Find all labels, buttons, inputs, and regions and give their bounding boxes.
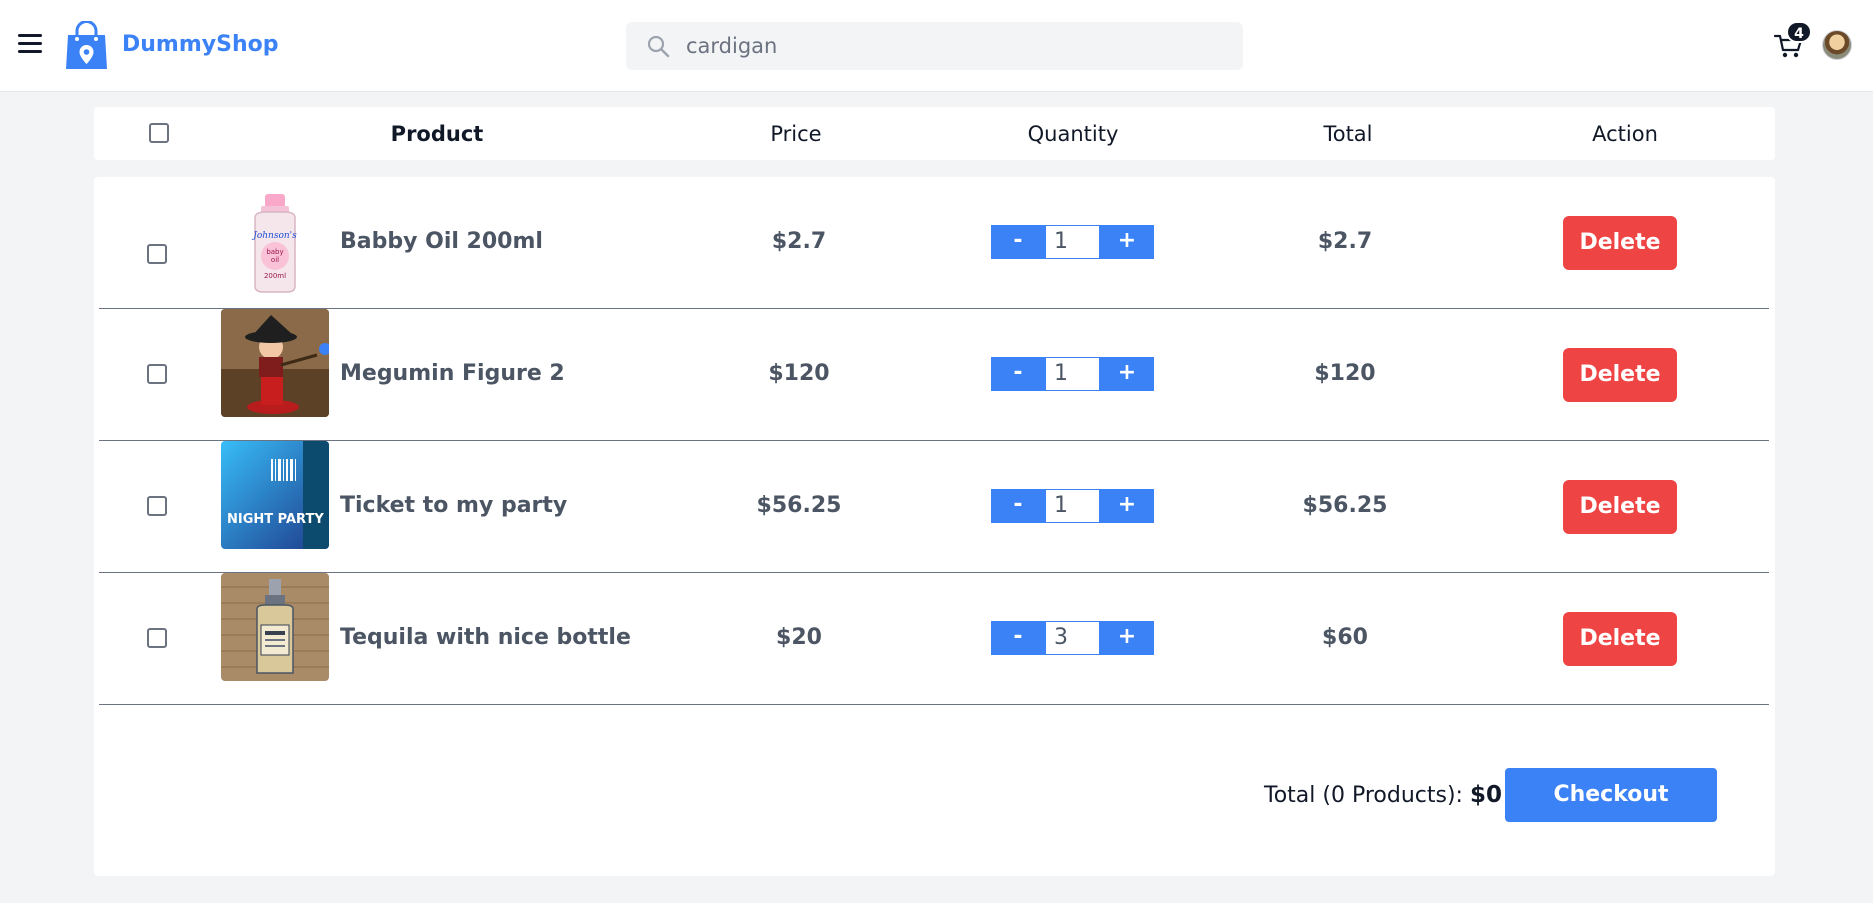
cart-item-row: Johnson's baby oil 200ml Babby Oil 200ml…	[99, 177, 1769, 309]
increase-quantity-button[interactable]: +	[1100, 621, 1154, 655]
product-image	[221, 573, 329, 681]
column-price: Price	[770, 122, 822, 146]
column-total: Total	[1323, 122, 1373, 146]
quantity-stepper: - 3 +	[991, 621, 1154, 655]
increase-quantity-button[interactable]: +	[1100, 225, 1154, 259]
item-total: $2.7	[1317, 229, 1373, 254]
delete-button[interactable]: Delete	[1563, 480, 1677, 534]
cart-item-row: NIGHT PARTY Ticket to my party $56.25 - …	[99, 441, 1769, 573]
column-action: Action	[1592, 122, 1658, 146]
quantity-input[interactable]: 3	[1045, 621, 1100, 655]
product-image	[221, 309, 329, 417]
product-price: $20	[776, 625, 822, 650]
cart-items-list: Johnson's baby oil 200ml Babby Oil 200ml…	[94, 177, 1775, 876]
product-name[interactable]: Megumin Figure 2	[340, 361, 565, 386]
column-quantity: Quantity	[1027, 122, 1119, 146]
summary-label: Total (0 Products):	[1264, 783, 1463, 808]
user-avatar[interactable]	[1822, 30, 1852, 60]
item-checkbox[interactable]	[147, 244, 167, 264]
search-input[interactable]	[686, 30, 1226, 62]
product-image: NIGHT PARTY	[221, 441, 329, 549]
item-checkbox[interactable]	[147, 496, 167, 516]
item-checkbox[interactable]	[147, 628, 167, 648]
product-image: Johnson's baby oil 200ml	[221, 188, 329, 296]
increase-quantity-button[interactable]: +	[1100, 489, 1154, 523]
quantity-stepper: - 1 +	[991, 489, 1154, 523]
item-total: $120	[1314, 361, 1376, 386]
quantity-stepper: - 1 +	[991, 357, 1154, 391]
product-name[interactable]: Babby Oil 200ml	[340, 229, 543, 254]
svg-text:NIGHT PARTY: NIGHT PARTY	[227, 512, 324, 527]
search-bar[interactable]	[626, 22, 1243, 70]
cart-summary: Total (0 Products): $0	[1264, 782, 1502, 808]
item-total: $56.25	[1302, 493, 1388, 518]
column-product: Product	[390, 122, 484, 146]
decrease-quantity-button[interactable]: -	[991, 225, 1045, 259]
product-price: $2.7	[771, 229, 827, 254]
cart-count-badge: 4	[1786, 21, 1812, 43]
quantity-input[interactable]: 1	[1045, 357, 1100, 391]
checkout-button[interactable]: Checkout	[1505, 768, 1717, 822]
cart-item-row: Tequila with nice bottle $20 - 3 + $60 D…	[99, 573, 1769, 705]
summary-amount: $0	[1469, 782, 1502, 808]
svg-text:oil: oil	[271, 256, 279, 264]
shopping-bag-logo-icon[interactable]	[64, 21, 109, 71]
product-price: $56.25	[756, 493, 842, 518]
increase-quantity-button[interactable]: +	[1100, 357, 1154, 391]
brand-name[interactable]: DummyShop	[122, 32, 278, 57]
item-checkbox[interactable]	[147, 364, 167, 384]
decrease-quantity-button[interactable]: -	[991, 357, 1045, 391]
product-name[interactable]: Ticket to my party	[340, 493, 567, 518]
top-navbar: DummyShop 4	[0, 0, 1873, 92]
svg-text:200ml: 200ml	[264, 272, 286, 280]
cart-table-header: Product Price Quantity Total Action	[94, 107, 1775, 160]
quantity-stepper: - 1 +	[991, 225, 1154, 259]
delete-button[interactable]: Delete	[1563, 348, 1677, 402]
delete-button[interactable]: Delete	[1563, 216, 1677, 270]
delete-button[interactable]: Delete	[1563, 612, 1677, 666]
product-name[interactable]: Tequila with nice bottle	[340, 625, 631, 650]
decrease-quantity-button[interactable]: -	[991, 621, 1045, 655]
svg-text:baby: baby	[266, 248, 283, 256]
item-total: $60	[1322, 625, 1368, 650]
quantity-input[interactable]: 1	[1045, 225, 1100, 259]
quantity-input[interactable]: 1	[1045, 489, 1100, 523]
search-icon	[647, 35, 670, 58]
select-all-checkbox[interactable]	[149, 123, 169, 143]
product-price: $120	[768, 361, 830, 386]
svg-text:Johnson's: Johnson's	[251, 231, 297, 241]
cart-item-row: Megumin Figure 2 $120 - 1 + $120 Delete	[99, 309, 1769, 441]
hamburger-menu-icon[interactable]	[18, 34, 42, 56]
decrease-quantity-button[interactable]: -	[991, 489, 1045, 523]
